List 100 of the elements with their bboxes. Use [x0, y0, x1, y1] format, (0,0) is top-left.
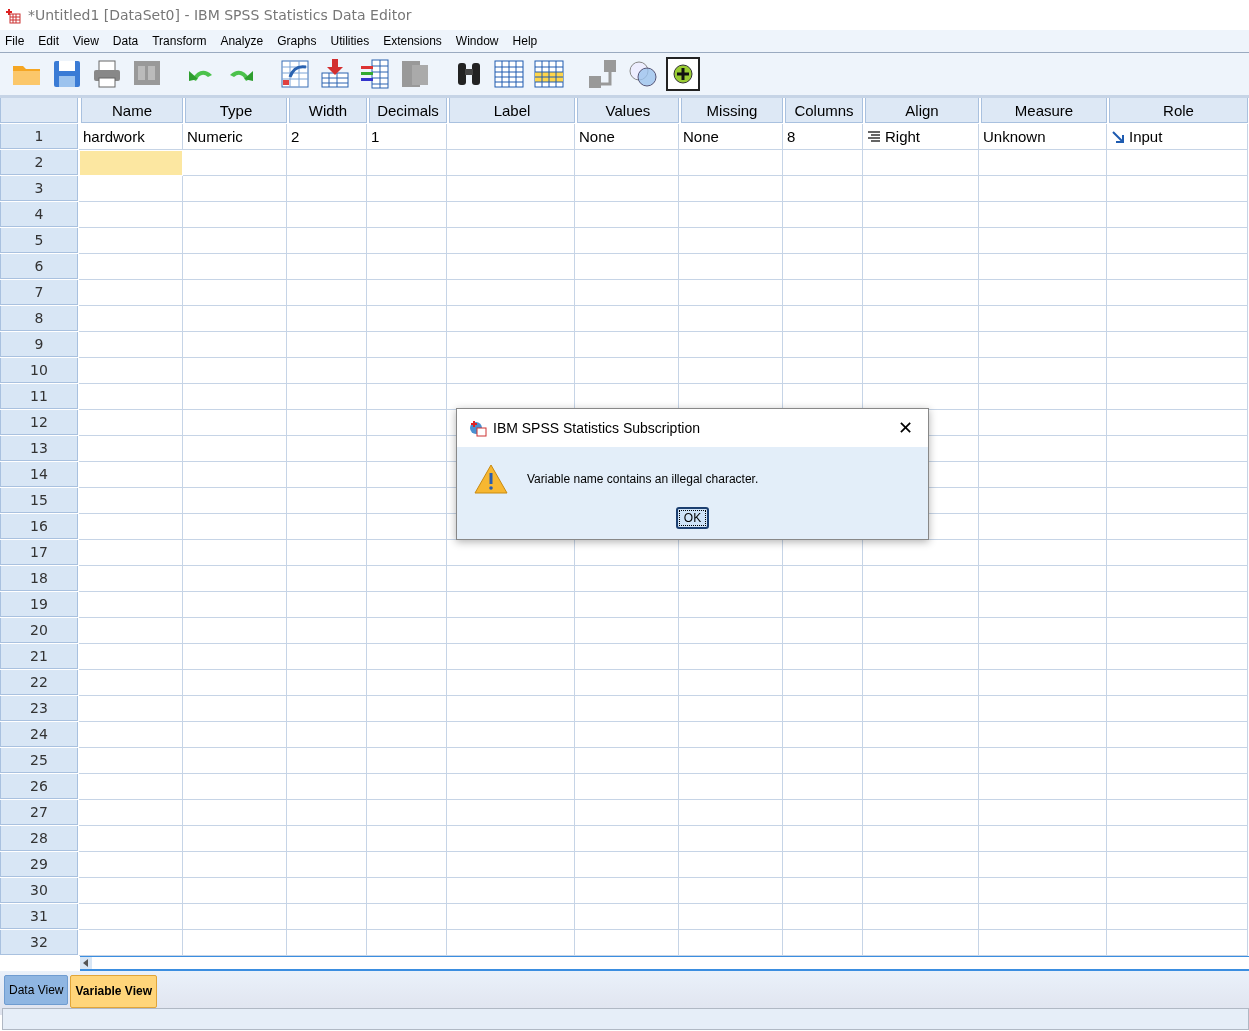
table-cell[interactable] — [679, 852, 783, 878]
table-cell[interactable] — [1107, 800, 1248, 826]
table-cell[interactable] — [287, 592, 367, 618]
table-cell[interactable] — [183, 800, 287, 826]
table-cell[interactable] — [183, 306, 287, 332]
column-header[interactable]: Label — [449, 98, 575, 123]
table-cell[interactable] — [287, 670, 367, 696]
row-number[interactable]: 26 — [0, 774, 78, 799]
table-cell[interactable] — [863, 254, 979, 280]
table-cell[interactable] — [367, 176, 447, 202]
table-cell[interactable] — [79, 488, 183, 514]
table-cell[interactable] — [783, 852, 863, 878]
column-header[interactable]: Width — [289, 98, 367, 123]
table-cell[interactable] — [447, 566, 575, 592]
table-cell[interactable] — [1107, 280, 1248, 306]
table-cell[interactable] — [1107, 618, 1248, 644]
table-cell[interactable]: Right — [863, 124, 979, 150]
table-cell[interactable] — [863, 878, 979, 904]
table-cell[interactable] — [447, 774, 575, 800]
table-cell[interactable] — [447, 150, 575, 176]
row-number[interactable]: 19 — [0, 592, 78, 617]
table-cell[interactable] — [183, 332, 287, 358]
table-cell[interactable]: None — [575, 124, 679, 150]
table-cell[interactable] — [367, 254, 447, 280]
table-cell[interactable] — [979, 332, 1107, 358]
table-cell[interactable]: 2 — [287, 124, 367, 150]
column-header[interactable]: Role — [1109, 98, 1248, 123]
table-cell[interactable] — [863, 566, 979, 592]
table-cell[interactable] — [367, 306, 447, 332]
table-cell[interactable] — [287, 436, 367, 462]
table-cell[interactable] — [863, 306, 979, 332]
table-cell[interactable] — [367, 878, 447, 904]
table-cell[interactable] — [1107, 488, 1248, 514]
table-cell[interactable] — [183, 904, 287, 930]
row-number[interactable]: 13 — [0, 436, 78, 461]
table-cell[interactable] — [863, 176, 979, 202]
table-cell[interactable] — [79, 176, 183, 202]
table-cell[interactable] — [183, 618, 287, 644]
table-cell[interactable] — [1107, 722, 1248, 748]
table-cell[interactable] — [447, 826, 575, 852]
table-cell[interactable] — [575, 176, 679, 202]
table-cell[interactable]: Numeric — [183, 124, 287, 150]
table-cell[interactable] — [783, 670, 863, 696]
row-number[interactable]: 24 — [0, 722, 78, 747]
table-cell[interactable] — [287, 358, 367, 384]
table-cell[interactable] — [183, 540, 287, 566]
table-cell[interactable] — [287, 748, 367, 774]
table-cell[interactable] — [1107, 358, 1248, 384]
table-cell[interactable] — [287, 826, 367, 852]
table-cell[interactable] — [1107, 566, 1248, 592]
menu-item[interactable]: File — [0, 34, 34, 48]
table-cell[interactable] — [783, 618, 863, 644]
table-cell[interactable] — [1107, 514, 1248, 540]
table-cell[interactable] — [1107, 644, 1248, 670]
table-cell[interactable]: Input — [1107, 124, 1248, 150]
table-cell[interactable] — [79, 644, 183, 670]
table-cell[interactable] — [367, 228, 447, 254]
table-cell[interactable] — [79, 514, 183, 540]
table-cell[interactable] — [979, 748, 1107, 774]
table-cell[interactable] — [367, 488, 447, 514]
table-cell[interactable] — [979, 306, 1107, 332]
table-cell[interactable] — [79, 540, 183, 566]
table-cell[interactable]: None — [679, 124, 783, 150]
table-cell[interactable] — [783, 176, 863, 202]
table-cell[interactable] — [979, 696, 1107, 722]
table-cell[interactable] — [979, 254, 1107, 280]
ok-button[interactable]: OK — [675, 507, 710, 529]
table-cell[interactable] — [183, 150, 287, 176]
table-cell[interactable] — [1107, 462, 1248, 488]
row-number[interactable]: 17 — [0, 540, 78, 565]
row-number[interactable]: 27 — [0, 800, 78, 825]
add-icon[interactable] — [666, 57, 700, 91]
row-number[interactable]: 23 — [0, 696, 78, 721]
table-cell[interactable] — [1107, 930, 1248, 956]
row-number[interactable]: 18 — [0, 566, 78, 591]
table-cell[interactable] — [679, 774, 783, 800]
table-cell[interactable] — [287, 540, 367, 566]
table-cell[interactable] — [575, 202, 679, 228]
table-cell[interactable] — [183, 514, 287, 540]
table-cell[interactable] — [1107, 150, 1248, 176]
table-cell[interactable] — [679, 618, 783, 644]
table-cell[interactable] — [679, 202, 783, 228]
table-cell[interactable] — [783, 306, 863, 332]
table-cell[interactable] — [979, 566, 1107, 592]
table-cell[interactable] — [447, 800, 575, 826]
table-cell[interactable] — [979, 904, 1107, 930]
table-cell[interactable] — [979, 384, 1107, 410]
table-cell[interactable] — [1107, 410, 1248, 436]
table-cell[interactable] — [183, 722, 287, 748]
table-cell[interactable] — [287, 202, 367, 228]
column-header[interactable]: Align — [865, 98, 979, 123]
table-cell[interactable] — [979, 462, 1107, 488]
table-cell[interactable] — [287, 878, 367, 904]
table-cell[interactable] — [679, 306, 783, 332]
table-cell[interactable] — [79, 696, 183, 722]
table-cell[interactable] — [575, 696, 679, 722]
table-cell[interactable] — [1107, 826, 1248, 852]
table-cell[interactable] — [367, 410, 447, 436]
row-number[interactable]: 14 — [0, 462, 78, 487]
table-cell[interactable] — [575, 150, 679, 176]
